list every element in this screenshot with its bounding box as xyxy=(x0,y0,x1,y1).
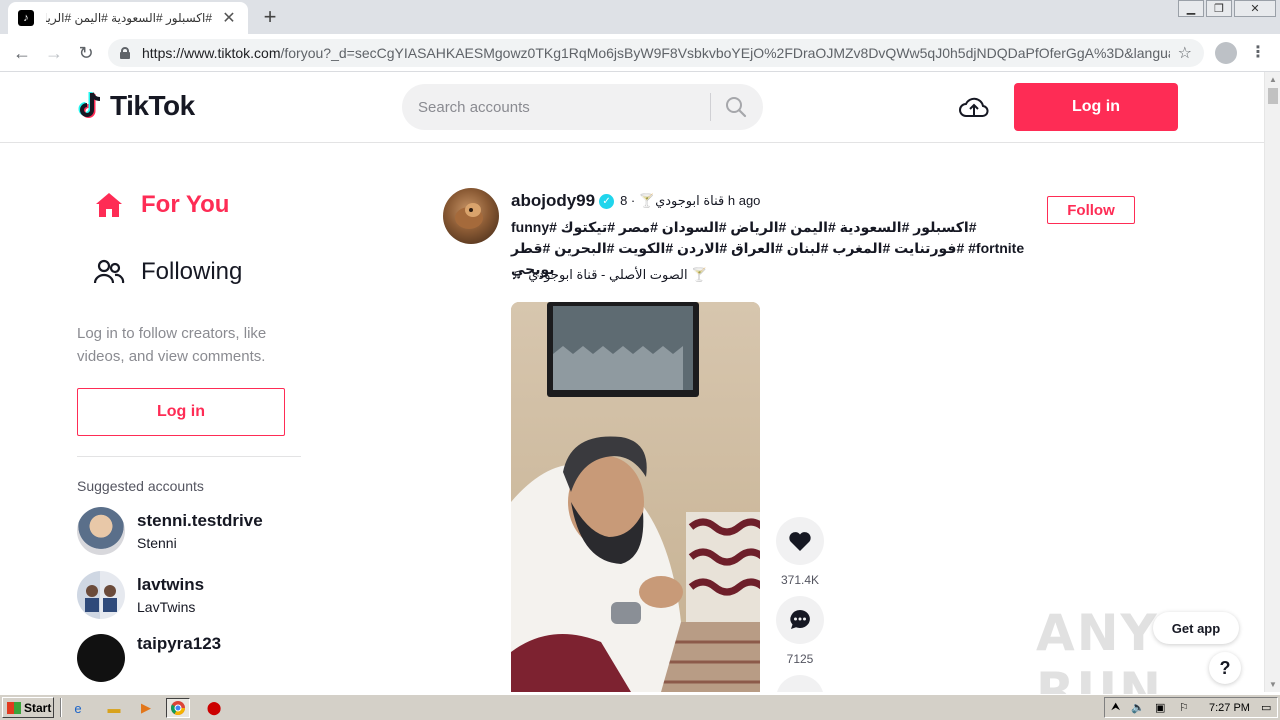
suggested-account[interactable]: lavtwins LavTwins xyxy=(77,570,301,620)
search-bar xyxy=(402,84,763,130)
heart-icon xyxy=(789,532,811,551)
suggested-accounts-title: Suggested accounts xyxy=(77,478,204,494)
login-prompt-text: Log in to follow creators, like videos, … xyxy=(77,325,267,365)
nav-following[interactable]: Following xyxy=(77,242,301,302)
sidebar-login-button[interactable]: Log in xyxy=(77,388,285,436)
network-icon[interactable]: ▣ xyxy=(1155,701,1165,714)
help-button[interactable]: ? xyxy=(1209,652,1241,684)
nav-for-you[interactable]: For You xyxy=(77,175,301,235)
forward-button[interactable]: → xyxy=(42,41,66,65)
suggested-account[interactable]: taipyra123 xyxy=(77,634,301,684)
avatar xyxy=(77,507,125,555)
windows-taskbar: Start e ▬ ▶ ⬤ ⮝ 🔈 ▣ ⚐ 7:27 PM ▭ xyxy=(0,694,1280,720)
system-tray: ⮝ 🔈 ▣ ⚐ 7:27 PM ▭ xyxy=(1104,697,1278,718)
verified-badge-icon: ✓ xyxy=(599,193,615,209)
minimize-button[interactable]: ▁ xyxy=(1178,0,1204,17)
window-controls: ▁ ❐ ✕ xyxy=(1176,0,1276,17)
post-username[interactable]: abojody99 xyxy=(511,191,595,211)
browser-tabbar: ♪ #اكسبلور #السعودية #اليمن #الرياض ✕ + … xyxy=(0,0,1280,34)
tiktok-logo[interactable]: TikTok xyxy=(78,90,195,122)
url-text[interactable]: https://www.tiktok.com/foryou?_d=secCgYI… xyxy=(142,45,1170,61)
tiktok-logo-icon xyxy=(78,92,101,118)
follow-button[interactable]: Follow xyxy=(1047,196,1135,224)
suggested-nickname: Stenni xyxy=(137,535,177,551)
scroll-down-icon[interactable]: ▼ xyxy=(1269,680,1277,689)
suggested-username: stenni.testdrive xyxy=(137,511,263,530)
tab-close-icon[interactable]: ✕ xyxy=(220,9,238,27)
flag-icon[interactable]: ⚐ xyxy=(1179,701,1189,714)
logo-text: TikTok xyxy=(110,90,195,121)
like-button[interactable] xyxy=(776,517,824,565)
sidebar: For You Following Log in to follow creat… xyxy=(77,144,301,684)
comment-count: 7125 xyxy=(786,652,814,666)
suggested-nickname: LavTwins xyxy=(137,599,196,615)
like-count: 371.4K xyxy=(780,573,820,587)
back-button[interactable]: ← xyxy=(10,41,34,65)
comment-button[interactable] xyxy=(776,596,824,644)
windows-flag-icon xyxy=(7,701,21,714)
page-scrollbar[interactable]: ▲ ▼ xyxy=(1264,72,1280,692)
taskbar-separator xyxy=(60,698,62,717)
scroll-thumb[interactable] xyxy=(1268,88,1278,104)
show-desktop-icon[interactable]: ▭ xyxy=(1261,701,1271,714)
music-title: الصوت الأصلي - قناة ابوجودي 🍸 xyxy=(528,266,708,282)
suggested-username: taipyra123 xyxy=(137,634,222,653)
restore-button[interactable]: ❐ xyxy=(1206,0,1232,17)
bookmark-star-icon[interactable]: ☆ xyxy=(1178,43,1192,63)
address-bar: ← → ↻ https://www.tiktok.com/foryou?_d=s… xyxy=(0,34,1280,72)
upload-cloud-icon[interactable] xyxy=(958,94,990,120)
close-window-button[interactable]: ✕ xyxy=(1234,0,1276,17)
video-frame xyxy=(511,302,760,692)
browser-menu-icon[interactable]: ⋮ xyxy=(1250,42,1266,64)
security-alert-icon[interactable]: ⬤ xyxy=(202,698,226,718)
users-icon xyxy=(93,256,125,288)
get-app-button[interactable]: Get app xyxy=(1153,612,1239,644)
header-login-button[interactable]: Log in xyxy=(1014,83,1178,131)
site-header: TikTok Log in xyxy=(0,72,1264,143)
share-action[interactable] xyxy=(776,675,824,692)
omnibox[interactable]: https://www.tiktok.com/foryou?_d=secCgYI… xyxy=(108,39,1204,67)
post-music[interactable]: ♫ الصوت الأصلي - قناة ابوجودي 🍸 xyxy=(511,266,707,283)
avatar xyxy=(77,634,125,682)
clock: 7:27 PM xyxy=(1209,701,1250,714)
volume-icon[interactable]: 🔈 xyxy=(1131,701,1145,714)
suggested-username: lavtwins xyxy=(137,575,205,594)
search-icon xyxy=(726,97,747,118)
home-icon xyxy=(93,189,125,221)
share-button[interactable] xyxy=(776,675,824,692)
search-input[interactable] xyxy=(418,98,698,116)
video-player[interactable] xyxy=(511,302,760,692)
post-author-line: abojody99 ✓ 8 · 🍸قناة ابوجودي h ago xyxy=(511,191,760,211)
reload-button[interactable]: ↻ xyxy=(74,41,98,65)
start-button[interactable]: Start xyxy=(2,697,54,718)
ie-icon[interactable]: e xyxy=(66,698,90,718)
chrome-icon[interactable] xyxy=(166,698,190,718)
comment-icon xyxy=(790,610,810,629)
music-note-icon: ♫ xyxy=(511,266,523,283)
comment-action[interactable]: 7125 xyxy=(776,596,824,666)
tiktok-favicon-icon: ♪ xyxy=(18,10,34,26)
media-player-icon[interactable]: ▶ xyxy=(134,698,158,718)
tray-expand-icon[interactable]: ⮝ xyxy=(1111,701,1120,714)
avatar xyxy=(77,571,125,619)
nav-following-label: Following xyxy=(141,258,243,285)
nav-for-you-label: For You xyxy=(141,191,230,218)
lock-icon xyxy=(120,47,130,59)
scroll-up-icon[interactable]: ▲ xyxy=(1269,75,1277,84)
like-action[interactable]: 371.4K xyxy=(776,517,824,587)
new-tab-button[interactable]: + xyxy=(258,4,282,29)
browser-tab[interactable]: ♪ #اكسبلور #السعودية #اليمن #الرياض ✕ xyxy=(8,2,248,34)
post-meta: 8 · 🍸قناة ابوجودي h ago xyxy=(620,193,761,208)
start-label: Start xyxy=(24,700,52,715)
post-author-avatar[interactable] xyxy=(443,188,499,244)
profile-avatar-icon[interactable] xyxy=(1215,42,1237,64)
suggested-account[interactable]: stenni.testdrive Stenni xyxy=(77,506,301,556)
folder-icon[interactable]: ▬ xyxy=(102,698,126,718)
search-button[interactable] xyxy=(711,84,761,130)
tab-title: #اكسبلور #السعودية #اليمن #الرياض xyxy=(46,11,212,25)
sidebar-divider xyxy=(77,456,301,457)
